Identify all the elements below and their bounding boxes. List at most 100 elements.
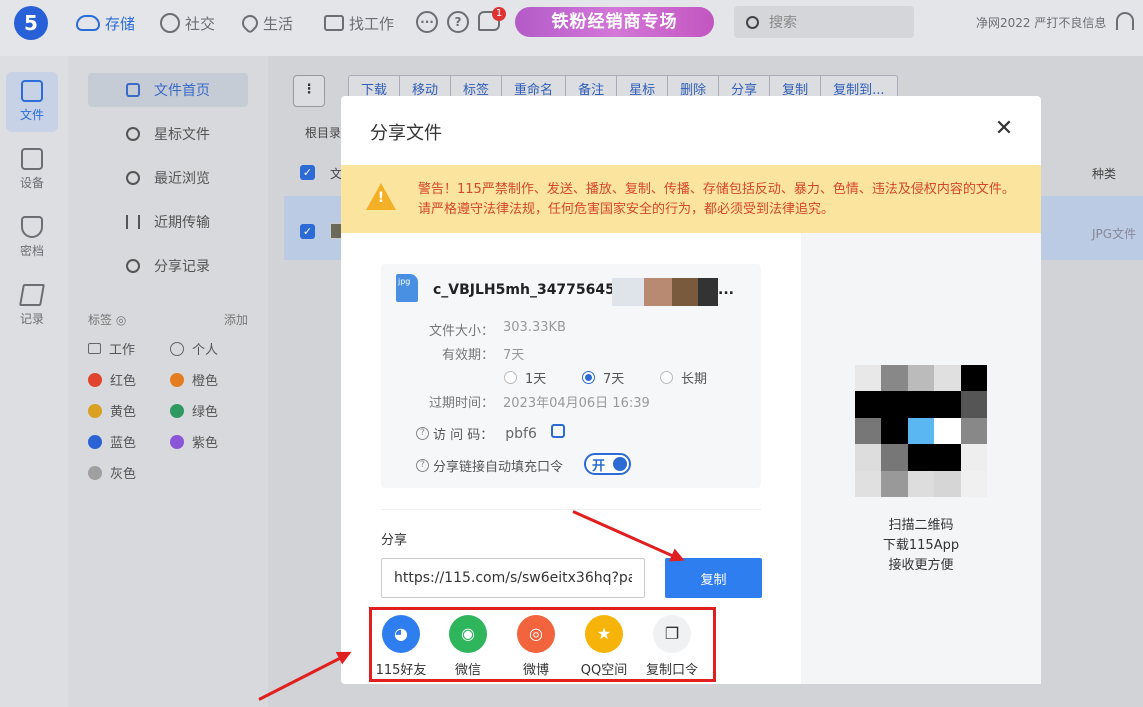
expire-label: 过期时间：	[428, 396, 494, 411]
briefcase-icon	[324, 15, 344, 31]
sidebar-item-share-records[interactable]: 分享记录	[88, 249, 248, 283]
clock-icon	[160, 13, 180, 33]
tag-dot	[170, 434, 184, 449]
history-icon	[126, 171, 140, 185]
tag-work[interactable]: 工作	[88, 339, 135, 358]
redaction-block	[672, 278, 698, 306]
qzone-star-icon: ★	[585, 615, 623, 653]
nav-jobs[interactable]: 找工作	[324, 12, 394, 34]
share-link-input[interactable]	[381, 558, 645, 598]
select-all-checkbox[interactable]: ✓	[300, 165, 315, 180]
tags-add-link[interactable]: 添加	[224, 311, 248, 328]
tag-dot	[170, 403, 184, 418]
expire-value: 2023年04月06日 16:39	[503, 396, 650, 411]
sidebar-item-starred[interactable]: 星标文件	[88, 117, 248, 151]
validity-option-permanent[interactable]: 长期	[660, 368, 707, 387]
tags-heading: 标签 ◎	[88, 313, 127, 327]
tag-green[interactable]: 绿色	[170, 401, 218, 420]
tag-dot	[88, 434, 102, 449]
column-type-header[interactable]: 种类	[1092, 165, 1116, 182]
nav-social[interactable]: 社交	[160, 12, 215, 34]
tag-personal[interactable]: 个人	[170, 339, 218, 358]
validity-option-1day[interactable]: 1天	[504, 368, 546, 387]
cloud-icon	[76, 15, 100, 31]
briefcase-icon	[88, 343, 101, 354]
transfer-icon	[126, 215, 140, 229]
warning-icon-mark: !	[377, 190, 385, 206]
tag-dot	[88, 372, 102, 387]
autofill-label: 分享链接自动填充口令	[433, 460, 564, 475]
share-channel-wechat[interactable]: ◉ 微信	[438, 615, 498, 678]
nav-life-label: 生活	[263, 14, 294, 33]
rail-vault[interactable]: 密档	[6, 208, 58, 268]
rail-devices-label: 设备	[19, 176, 44, 190]
tag-dot	[88, 403, 102, 418]
autofill-row: ? 分享链接自动填充口令	[416, 456, 563, 475]
rail-devices[interactable]: 设备	[6, 140, 58, 200]
weibo-icon: ◎	[517, 615, 555, 653]
tag-orange[interactable]: 橙色	[170, 370, 218, 389]
row-checkbox[interactable]: ✓	[300, 224, 315, 239]
search-box[interactable]: 搜索	[734, 6, 914, 38]
shield-icon	[21, 216, 43, 238]
refresh-code-icon[interactable]	[551, 424, 565, 438]
tag-gray[interactable]: 灰色	[88, 463, 136, 482]
tag-blue[interactable]: 蓝色	[88, 432, 136, 451]
file-name-ellipsis: ...	[718, 282, 734, 298]
divider	[381, 509, 761, 510]
notice-text[interactable]: 净网2022 严打不良信息	[976, 14, 1106, 31]
qr-code-image	[855, 365, 987, 497]
message-badge: 1	[492, 7, 506, 21]
tag-dot	[170, 372, 184, 387]
size-value: 303.33KB	[503, 320, 566, 335]
promo-banner[interactable]: 铁粉经销商专场	[515, 7, 714, 37]
app-logo[interactable]: 5	[14, 6, 48, 40]
file-name: c_VBJLH5mh_347756450_	[433, 282, 632, 298]
eye-icon[interactable]: ◎	[116, 313, 126, 327]
redaction-block	[698, 278, 718, 306]
toolbar-more-button[interactable]: ⋮	[293, 75, 325, 107]
access-code-value: pbf6	[505, 425, 537, 442]
rail-files[interactable]: 文件	[6, 72, 58, 132]
nav-life[interactable]: 生活	[238, 11, 294, 35]
radio-selected-icon	[582, 371, 595, 384]
tag-red[interactable]: 红色	[88, 370, 136, 389]
close-icon[interactable]: ✕	[993, 118, 1015, 140]
share-channel-115-friend[interactable]: ◕ 115好友	[371, 615, 431, 678]
nav-storage[interactable]: 存储	[76, 12, 135, 34]
share-record-icon	[126, 259, 140, 273]
sidebar-item-recent[interactable]: 最近浏览	[88, 161, 248, 195]
sidebar-item-label: 星标文件	[154, 127, 210, 143]
tag-purple[interactable]: 紫色	[170, 432, 218, 451]
star-icon	[126, 127, 140, 141]
validity-option-7days[interactable]: 7天	[582, 368, 624, 387]
heart-icon	[238, 11, 262, 35]
document-icon	[126, 83, 140, 97]
sidebar-item-transfers[interactable]: 近期传输	[88, 205, 248, 239]
sidebar-item-home[interactable]: 文件首页	[88, 73, 248, 107]
rail-vault-label: 密档	[19, 244, 44, 258]
share-channel-qzone[interactable]: ★ QQ空间	[574, 615, 634, 678]
radio-icon	[660, 371, 673, 384]
breadcrumb[interactable]: 根目录	[305, 124, 341, 141]
share-channel-copy-command[interactable]: ❐ 复制口令	[642, 615, 702, 678]
size-label: 文件大小：	[428, 324, 494, 339]
tag-yellow[interactable]: 黄色	[88, 401, 136, 420]
share-label: 分享	[381, 533, 408, 548]
rail-records[interactable]: 记录	[6, 276, 58, 336]
more-icon[interactable]: ···	[416, 11, 438, 33]
search-placeholder: 搜索	[769, 15, 797, 31]
validity-label: 有效期：	[441, 348, 494, 363]
help-icon[interactable]: ?	[447, 11, 469, 33]
search-icon	[746, 15, 759, 29]
question-icon[interactable]: ?	[416, 459, 429, 472]
chat-bot-icon: ◕	[382, 615, 420, 653]
sidebar-item-label: 近期传输	[154, 215, 210, 231]
toggle-knob	[613, 457, 627, 471]
question-icon[interactable]: ?	[416, 427, 429, 440]
row-file-type: JPG文件	[1092, 227, 1137, 241]
validity-value: 7天	[503, 348, 525, 363]
headset-icon[interactable]	[1116, 12, 1134, 30]
dialog-title: 分享文件	[370, 123, 442, 144]
share-channel-weibo[interactable]: ◎ 微博	[506, 615, 566, 678]
